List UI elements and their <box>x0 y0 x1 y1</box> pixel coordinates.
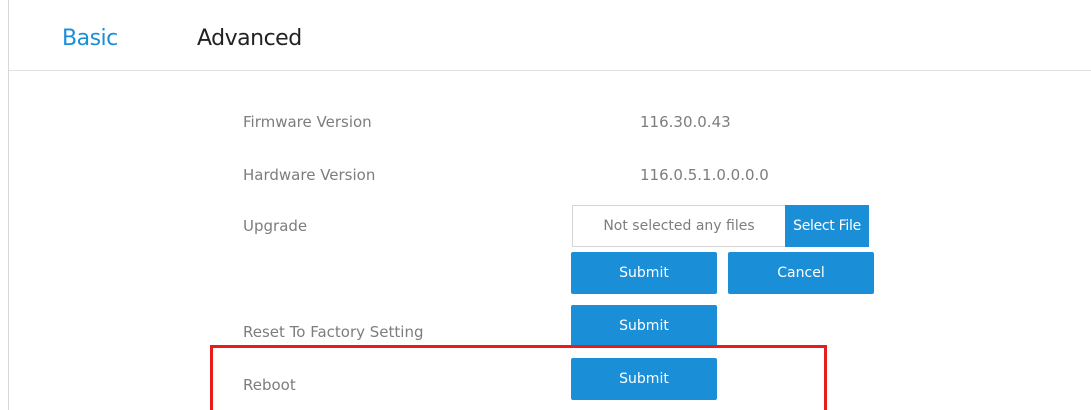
page: Basic Advanced Firmware Version 116.30.0… <box>0 0 1091 410</box>
reboot-submit-button[interactable]: Submit <box>571 358 717 400</box>
factory-reset-submit-button[interactable]: Submit <box>571 305 717 347</box>
tab-advanced[interactable]: Advanced <box>197 25 302 53</box>
tab-bar: Basic Advanced <box>9 8 1091 71</box>
file-name-field[interactable]: Not selected any files <box>572 205 785 247</box>
upgrade-submit-button[interactable]: Submit <box>571 252 717 294</box>
hardware-version-value: 116.0.5.1.0.0.0.0 <box>640 166 769 184</box>
reboot-highlight-box <box>210 345 827 410</box>
upgrade-label: Upgrade <box>243 217 308 235</box>
hardware-version-label: Hardware Version <box>243 166 376 184</box>
upgrade-cancel-button[interactable]: Cancel <box>728 252 874 294</box>
upgrade-file-picker: Not selected any files Select File <box>572 205 869 247</box>
select-file-button[interactable]: Select File <box>785 205 869 247</box>
firmware-version-label: Firmware Version <box>243 113 372 131</box>
tab-basic[interactable]: Basic <box>62 25 118 53</box>
reboot-label: Reboot <box>243 376 296 394</box>
factory-reset-label: Reset To Factory Setting <box>243 323 424 341</box>
firmware-version-value: 116.30.0.43 <box>640 113 731 131</box>
